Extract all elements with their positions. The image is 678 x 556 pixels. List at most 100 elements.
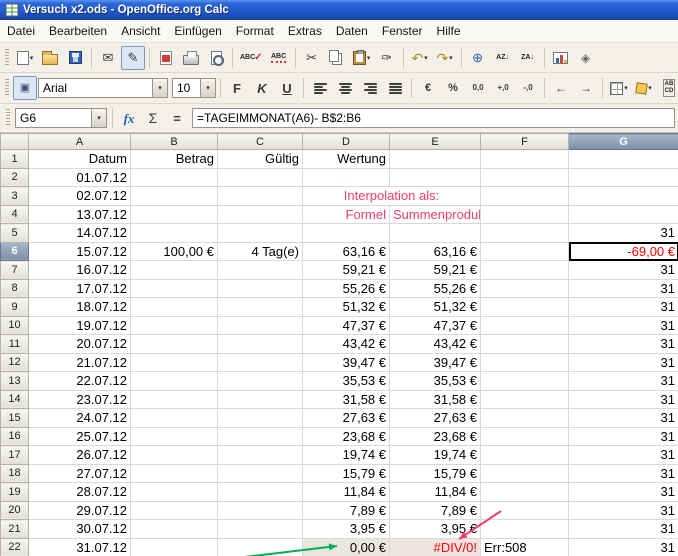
cell-E8[interactable]: 55,26 €	[390, 279, 481, 298]
row-header-5[interactable]: 5	[1, 224, 29, 243]
cell-E11[interactable]: 43,42 €	[390, 335, 481, 354]
cell-D18[interactable]: 15,79 €	[303, 464, 390, 483]
cell-G3[interactable]	[569, 187, 678, 206]
row-header-20[interactable]: 20	[1, 501, 29, 520]
cell-F16[interactable]	[481, 427, 569, 446]
cell-G15[interactable]: 31	[569, 409, 678, 428]
cell-E14[interactable]: 31,58 €	[390, 390, 481, 409]
edit-file-button[interactable]: ✎	[121, 46, 145, 70]
number-format-currency-button[interactable]: €	[416, 76, 440, 100]
cell-G9[interactable]: 31	[569, 298, 678, 317]
cell-A17[interactable]: 26.07.12	[29, 446, 131, 465]
page-preview-button[interactable]	[204, 46, 228, 70]
cell-G10[interactable]: 31	[569, 316, 678, 335]
increase-indent-button[interactable]: →	[574, 76, 598, 100]
cell-G6[interactable]: -69,00 €	[569, 242, 678, 261]
cell-D21[interactable]: 3,95 €	[303, 520, 390, 539]
background-color-button[interactable]: ▾	[632, 76, 656, 100]
cell-F19[interactable]	[481, 483, 569, 502]
paste-button[interactable]: ▾	[350, 46, 374, 70]
cell-D7[interactable]: 59,21 €	[303, 261, 390, 280]
cell-A8[interactable]: 17.07.12	[29, 279, 131, 298]
row-header-8[interactable]: 8	[1, 279, 29, 298]
cell-G2[interactable]	[569, 168, 678, 187]
cell-A11[interactable]: 20.07.12	[29, 335, 131, 354]
cell-B6[interactable]: 100,00 €	[131, 242, 218, 261]
cell-E6[interactable]: 63,16 €	[390, 242, 481, 261]
new-document-button[interactable]: ▾	[13, 46, 37, 70]
cell-G22[interactable]: 31	[569, 538, 678, 556]
cell-C2[interactable]	[218, 168, 303, 187]
cell-G18[interactable]: 31	[569, 464, 678, 483]
menu-item-hilfe[interactable]: Hilfe	[430, 20, 468, 42]
cell-G11[interactable]: 31	[569, 335, 678, 354]
cell-E10[interactable]: 47,37 €	[390, 316, 481, 335]
cell-E4[interactable]: Summenprodukt	[390, 205, 481, 224]
cell-F7[interactable]	[481, 261, 569, 280]
cell-A7[interactable]: 16.07.12	[29, 261, 131, 280]
menu-item-datei[interactable]: Datei	[0, 20, 42, 42]
cell-B21[interactable]	[131, 520, 218, 539]
cell-D11[interactable]: 43,42 €	[303, 335, 390, 354]
auto-spellcheck-button[interactable]: ABC	[267, 46, 291, 70]
cell-F14[interactable]	[481, 390, 569, 409]
cell-E20[interactable]: 7,89 €	[390, 501, 481, 520]
row-header-10[interactable]: 10	[1, 316, 29, 335]
cell-A21[interactable]: 30.07.12	[29, 520, 131, 539]
cell-F21[interactable]	[481, 520, 569, 539]
borders-button[interactable]: ▾	[607, 76, 631, 100]
cell-A10[interactable]: 19.07.12	[29, 316, 131, 335]
cell-A19[interactable]: 28.07.12	[29, 483, 131, 502]
cell-D6[interactable]: 63,16 €	[303, 242, 390, 261]
cell-E7[interactable]: 59,21 €	[390, 261, 481, 280]
cell-B2[interactable]	[131, 168, 218, 187]
cell-F5[interactable]	[481, 224, 569, 243]
cell-G20[interactable]: 31	[569, 501, 678, 520]
cell-G7[interactable]: 31	[569, 261, 678, 280]
column-header-C[interactable]: C	[218, 134, 303, 150]
cell-C10[interactable]	[218, 316, 303, 335]
cell-B12[interactable]	[131, 353, 218, 372]
cell-G13[interactable]: 31	[569, 372, 678, 391]
cell-E5[interactable]	[390, 224, 481, 243]
cell-E18[interactable]: 15,79 €	[390, 464, 481, 483]
cell-B13[interactable]	[131, 372, 218, 391]
row-header-3[interactable]: 3	[1, 187, 29, 206]
number-format-standard-button[interactable]: 0,0	[466, 76, 490, 100]
cell-C4[interactable]	[218, 205, 303, 224]
styles-and-formatting-button[interactable]: ▣	[13, 76, 37, 100]
cell-D19[interactable]: 11,84 €	[303, 483, 390, 502]
row-header-4[interactable]: 4	[1, 205, 29, 224]
cell-F11[interactable]	[481, 335, 569, 354]
number-format-percent-button[interactable]: %	[441, 76, 465, 100]
cell-E12[interactable]: 39,47 €	[390, 353, 481, 372]
formula-input[interactable]	[192, 108, 675, 128]
row-header-19[interactable]: 19	[1, 483, 29, 502]
cell-D20[interactable]: 7,89 €	[303, 501, 390, 520]
cell-E2[interactable]	[390, 168, 481, 187]
cell-G12[interactable]: 31	[569, 353, 678, 372]
cell-C17[interactable]	[218, 446, 303, 465]
row-header-21[interactable]: 21	[1, 520, 29, 539]
row-header-6[interactable]: 6	[1, 242, 29, 261]
cell-C9[interactable]	[218, 298, 303, 317]
cell-G5[interactable]: 31	[569, 224, 678, 243]
cell-B17[interactable]	[131, 446, 218, 465]
column-header-A[interactable]: A	[29, 134, 131, 150]
format-paintbrush-button[interactable]: ✑	[375, 46, 399, 70]
row-header-2[interactable]: 2	[1, 168, 29, 187]
cell-G14[interactable]: 31	[569, 390, 678, 409]
cell-F15[interactable]	[481, 409, 569, 428]
cell-B9[interactable]	[131, 298, 218, 317]
cell-C3[interactable]	[218, 187, 303, 206]
font-name-dropdown-icon[interactable]: ▾	[152, 79, 167, 97]
cell-A6[interactable]: 15.07.12	[29, 242, 131, 261]
standard-toolbar-grip[interactable]	[5, 49, 9, 67]
cell-D2[interactable]	[303, 168, 390, 187]
cell-A9[interactable]: 18.07.12	[29, 298, 131, 317]
cell-F6[interactable]	[481, 242, 569, 261]
formula-button[interactable]: =	[166, 107, 188, 129]
cell-D13[interactable]: 35,53 €	[303, 372, 390, 391]
align-left-button[interactable]	[308, 76, 332, 100]
add-decimal-button[interactable]: +,0	[491, 76, 515, 100]
